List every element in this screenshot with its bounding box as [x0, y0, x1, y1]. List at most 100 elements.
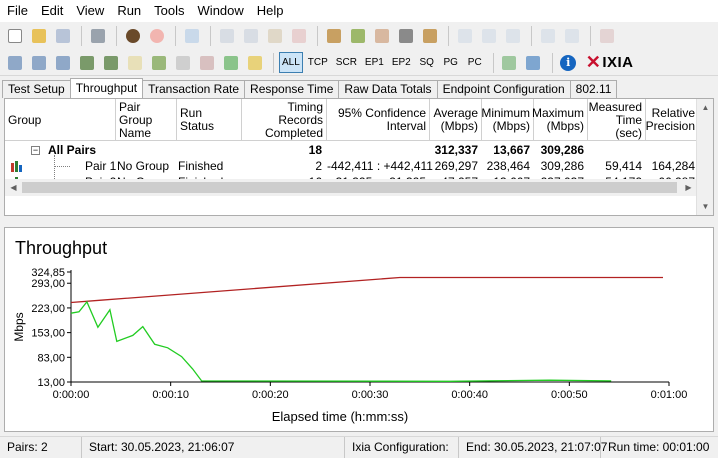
column-header-measured-time[interactable]: Measured Time (sec): [588, 99, 646, 141]
edit-script-icon: [151, 55, 166, 70]
open-folder-button[interactable]: [28, 26, 49, 47]
scroll-up-icon[interactable]: ▲: [697, 99, 713, 116]
paste-button[interactable]: [264, 26, 285, 47]
network-button-2[interactable]: [28, 52, 49, 73]
pair-settings-button[interactable]: [419, 26, 440, 47]
filter-ep2-button[interactable]: EP2: [389, 52, 414, 73]
column-header-timing-records[interactable]: Timing Records Completed: [242, 99, 327, 141]
column-header-relative-precision[interactable]: Relative Precision: [646, 99, 699, 141]
toolbar-separator: [116, 26, 117, 46]
tab-transaction-rate[interactable]: Transaction Rate: [142, 80, 246, 98]
filter-tcp-button[interactable]: TCP: [305, 52, 331, 73]
menu-run[interactable]: Run: [110, 0, 147, 22]
menu-help[interactable]: Help: [250, 0, 290, 22]
tab-802-11[interactable]: 802.11: [569, 80, 618, 98]
menu-file[interactable]: File: [0, 0, 34, 22]
endpoint-button-1[interactable]: [76, 52, 97, 73]
collapse-toggle-icon[interactable]: −: [31, 146, 40, 155]
network-icon: [55, 55, 70, 70]
add-group-button[interactable]: [371, 26, 392, 47]
menu-edit[interactable]: Edit: [34, 0, 69, 22]
tab-endpoint-configuration[interactable]: Endpoint Configuration: [436, 80, 571, 98]
scrollbar-thumb[interactable]: [22, 182, 677, 193]
vertical-scrollbar[interactable]: ▲ ▼: [696, 99, 713, 215]
check-button[interactable]: [220, 52, 241, 73]
column-header-minimum[interactable]: Minimum (Mbps): [481, 99, 534, 141]
image-button[interactable]: [196, 52, 217, 73]
filter-ep1-button[interactable]: EP1: [362, 52, 387, 73]
add-multicast-button[interactable]: [347, 26, 368, 47]
menu-tools[interactable]: Tools: [147, 0, 190, 22]
column-header-run-status[interactable]: Run Status: [177, 99, 242, 141]
column-header-average[interactable]: Average (Mbps): [430, 99, 482, 141]
filter-pc-button[interactable]: PC: [464, 52, 486, 73]
info-button[interactable]: i: [558, 52, 579, 73]
pen-button[interactable]: [172, 52, 193, 73]
menu-view[interactable]: View: [69, 0, 110, 22]
export-button[interactable]: [499, 52, 520, 73]
status-runtime: Run time: 00:01:00: [608, 440, 710, 454]
tab-response-time[interactable]: Response Time: [244, 80, 340, 98]
script-icon: [127, 55, 142, 70]
menu-window[interactable]: Window: [191, 0, 250, 22]
filter-all-button[interactable]: ALL: [279, 52, 303, 73]
x-tick-label: 0:00:50: [551, 389, 588, 401]
edit-script-button[interactable]: [148, 52, 169, 73]
ixia-logo: ✕ IXIA: [586, 52, 634, 73]
copy-button[interactable]: [240, 26, 261, 47]
filter-sq-button[interactable]: SQ: [416, 52, 438, 73]
tab-throughput[interactable]: Throughput: [69, 78, 144, 98]
x-tick-label: 0:00:10: [152, 389, 189, 401]
stop-button[interactable]: [146, 26, 167, 47]
table-row-all-pairs[interactable]: − All Pairs 18 312,337 13,667 309,286: [5, 142, 697, 158]
toolbar-separator: [448, 26, 449, 46]
y-tick-label: 13,00: [37, 377, 65, 389]
layout-button-5[interactable]: [561, 26, 582, 47]
network-button-1[interactable]: [4, 52, 25, 73]
window-button[interactable]: [523, 52, 544, 73]
edit-pair-button[interactable]: [395, 26, 416, 47]
endpoint-icon: [79, 55, 94, 70]
table-row[interactable]: Pair 1 No Group Finished 2 -442,411 : +4…: [5, 158, 697, 174]
header-label: 95% Confidence Interval: [337, 106, 426, 133]
save-button[interactable]: [52, 26, 73, 47]
folder-icon: [31, 29, 46, 43]
pair-chart-icon: [11, 161, 23, 172]
layout-icon: [505, 29, 520, 43]
layout-button-2[interactable]: [478, 26, 499, 47]
report-button[interactable]: [596, 26, 617, 47]
x-tick-label: 0:00:00: [53, 389, 90, 401]
runner-icon: [125, 29, 140, 43]
network-button-3[interactable]: [52, 52, 73, 73]
column-header-group[interactable]: Group: [5, 99, 116, 141]
layout-button-3[interactable]: [502, 26, 523, 47]
series-line-1: [70, 276, 663, 304]
network-icon: [7, 55, 22, 70]
column-header-confidence-interval[interactable]: 95% Confidence Interval: [327, 99, 430, 141]
layout-button-1[interactable]: [454, 26, 475, 47]
tab-test-setup[interactable]: Test Setup: [2, 80, 71, 98]
scroll-left-icon[interactable]: ◀: [5, 179, 22, 196]
print-button[interactable]: [87, 26, 108, 47]
tab-raw-data-totals[interactable]: Raw Data Totals: [338, 80, 438, 98]
cut-button[interactable]: [216, 26, 237, 47]
scroll-right-icon[interactable]: ▶: [680, 179, 697, 196]
run-button[interactable]: [122, 26, 143, 47]
horizontal-scrollbar[interactable]: ◀ ▶: [5, 179, 697, 196]
filter-scr-button[interactable]: SCR: [333, 52, 360, 73]
y-tick-label: 324,85: [31, 267, 65, 279]
filter-pg-button[interactable]: PG: [440, 52, 462, 73]
measured-time: 59,414: [605, 159, 642, 173]
scroll-down-icon[interactable]: ▼: [697, 198, 713, 215]
endpoint-button-2[interactable]: [100, 52, 121, 73]
layout-button-4[interactable]: [537, 26, 558, 47]
delete-button[interactable]: [288, 26, 309, 47]
grid-header: Group Pair Group Name Run Status Timing …: [5, 99, 713, 141]
new-file-button[interactable]: [4, 26, 25, 47]
column-header-maximum[interactable]: Maximum (Mbps): [532, 99, 588, 141]
refresh-button[interactable]: [181, 26, 202, 47]
sort-button[interactable]: [244, 52, 265, 73]
add-pair-button[interactable]: [323, 26, 344, 47]
column-header-pair-group-name[interactable]: Pair Group Name: [116, 99, 177, 141]
script-button[interactable]: [124, 52, 145, 73]
